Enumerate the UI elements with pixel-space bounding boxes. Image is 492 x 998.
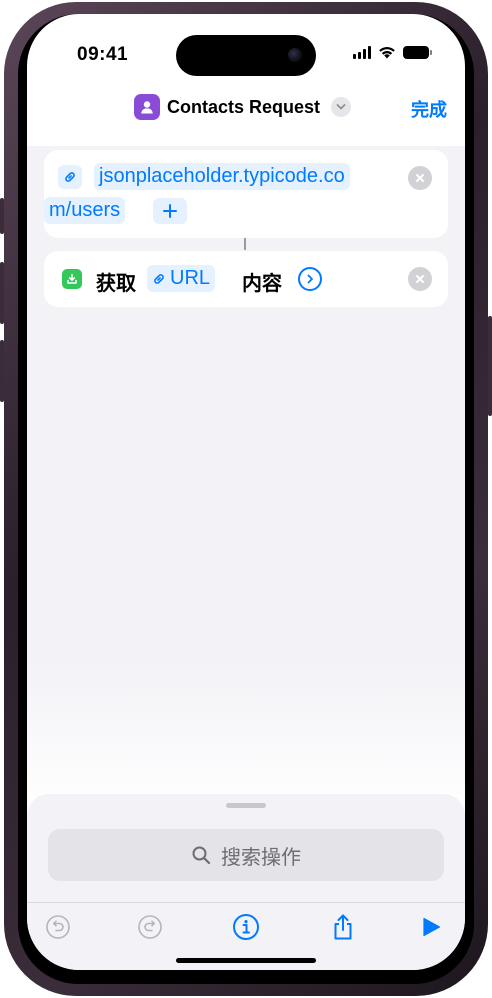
action-search-sheet: 搜索操作 [27,794,465,970]
toolbar-divider [27,902,465,903]
sheet-grabber[interactable] [226,803,266,808]
play-icon [423,917,441,937]
close-icon [416,174,424,182]
status-icons [353,46,432,59]
info-button[interactable] [231,912,261,942]
undo-icon [46,915,70,939]
redo-button[interactable] [135,912,165,942]
done-button[interactable]: 完成 [411,96,447,122]
run-button[interactable] [416,912,446,942]
get-action-verb: 获取 [96,273,136,295]
front-camera [288,48,302,62]
power-button [488,316,492,416]
person-icon [134,94,160,120]
screen: 09:41 Contacts Request 完成 jsonplaceholde… [27,14,465,970]
status-time: 09:41 [77,44,129,65]
url-action-card[interactable]: jsonplaceholder.typicode.co m/users [44,150,448,238]
add-url-button[interactable] [153,198,187,224]
volume-up-button [0,262,4,324]
close-icon [416,275,424,283]
battery-icon [403,46,432,59]
link-icon [154,273,164,284]
wifi-icon [379,47,395,59]
shortcut-title: Contacts Request [167,96,321,117]
get-action-object: 内容 [242,273,282,295]
share-icon [334,914,352,940]
action-button [0,198,4,234]
cellular-signal-icon [353,46,371,59]
link-icon [58,165,82,189]
chevron-down-icon [331,97,352,117]
shortcut-title-menu[interactable]: Contacts Request [134,94,352,120]
info-icon [233,914,259,940]
volume-down-button [0,340,4,402]
home-indicator[interactable] [176,958,316,963]
search-icon [192,846,211,865]
download-icon [62,269,82,289]
remove-url-action-button[interactable] [408,166,432,190]
action-connector [244,238,246,250]
url-text-field-line2[interactable]: m/users [44,197,126,224]
url-text-line1: jsonplaceholder.typicode.co [94,163,350,190]
search-actions-field[interactable]: 搜索操作 [48,829,444,881]
chevron-right-icon [307,274,313,284]
remove-get-action-button[interactable] [408,267,432,291]
dynamic-island [176,35,316,76]
redo-icon [138,915,162,939]
undo-button[interactable] [43,912,73,942]
url-variable-token[interactable]: URL [147,265,216,292]
get-contents-action-card[interactable]: 获取 URL 内容 [44,251,448,307]
editor-toolbar [27,912,465,942]
url-text-field-line1[interactable]: jsonplaceholder.typicode.co [94,163,350,190]
share-button[interactable] [328,912,358,942]
url-token-label: URL [170,267,211,289]
search-placeholder: 搜索操作 [221,846,301,869]
url-text-line2: m/users [44,197,126,224]
expand-action-button[interactable] [298,267,322,291]
plus-icon [163,204,177,218]
